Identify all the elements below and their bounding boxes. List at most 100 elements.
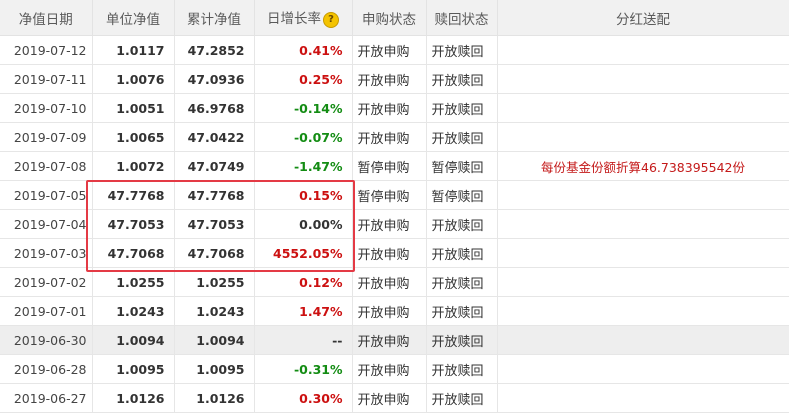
cell-daily-growth: 0.25% bbox=[254, 64, 353, 94]
cell-redeem-status: 开放赎回 bbox=[426, 35, 498, 65]
cell-acc-nav: 1.0126 bbox=[174, 383, 255, 413]
cell-purchase-status: 开放申购 bbox=[352, 296, 427, 326]
table-row: 2019-07-02 1.0255 1.0255 0.12% 开放申购 开放赎回 bbox=[0, 267, 789, 297]
cell-purchase-status: 开放申购 bbox=[352, 354, 427, 384]
cell-redeem-status: 开放赎回 bbox=[426, 325, 498, 355]
cell-unit-nav: 47.7768 bbox=[92, 180, 175, 210]
cell-date: 2019-07-10 bbox=[0, 93, 93, 123]
cell-acc-nav: 1.0255 bbox=[174, 267, 255, 297]
cell-redeem-status: 开放赎回 bbox=[426, 296, 498, 326]
cell-daily-growth: -0.07% bbox=[254, 122, 353, 152]
cell-dividend bbox=[497, 64, 789, 94]
cell-unit-nav: 1.0095 bbox=[92, 354, 175, 384]
cell-unit-nav: 1.0051 bbox=[92, 93, 175, 123]
header-redeem-status: 赎回状态 bbox=[426, 0, 498, 36]
cell-purchase-status: 开放申购 bbox=[352, 325, 427, 355]
cell-date: 2019-07-11 bbox=[0, 64, 93, 94]
cell-purchase-status: 开放申购 bbox=[352, 383, 427, 413]
cell-daily-growth: -1.47% bbox=[254, 151, 353, 181]
cell-date: 2019-07-08 bbox=[0, 151, 93, 181]
cell-redeem-status: 开放赎回 bbox=[426, 64, 498, 94]
cell-acc-nav: 47.2852 bbox=[174, 35, 255, 65]
cell-redeem-status: 开放赎回 bbox=[426, 122, 498, 152]
cell-unit-nav: 1.0117 bbox=[92, 35, 175, 65]
cell-dividend bbox=[497, 267, 789, 297]
cell-acc-nav: 47.7768 bbox=[174, 180, 255, 210]
cell-acc-nav: 47.0749 bbox=[174, 151, 255, 181]
cell-daily-growth: -0.31% bbox=[254, 354, 353, 384]
cell-daily-growth: -- bbox=[254, 325, 353, 355]
table-row: 2019-06-27 1.0126 1.0126 0.30% 开放申购 开放赎回 bbox=[0, 383, 789, 413]
cell-redeem-status: 开放赎回 bbox=[426, 93, 498, 123]
table-row: 2019-07-08 1.0072 47.0749 -1.47% 暂停申购 暂停… bbox=[0, 151, 789, 181]
cell-purchase-status: 暂停申购 bbox=[352, 180, 427, 210]
table-row: 2019-07-12 1.0117 47.2852 0.41% 开放申购 开放赎… bbox=[0, 35, 789, 65]
cell-acc-nav: 1.0095 bbox=[174, 354, 255, 384]
header-daily-growth-label: 日增长率 bbox=[267, 11, 321, 27]
cell-unit-nav: 1.0094 bbox=[92, 325, 175, 355]
cell-date: 2019-06-28 bbox=[0, 354, 93, 384]
cell-date: 2019-06-30 bbox=[0, 325, 93, 355]
cell-purchase-status: 开放申购 bbox=[352, 64, 427, 94]
table-row: 2019-07-04 47.7053 47.7053 0.00% 开放申购 开放… bbox=[0, 209, 789, 239]
cell-unit-nav: 1.0076 bbox=[92, 64, 175, 94]
cell-dividend bbox=[497, 122, 789, 152]
cell-unit-nav: 47.7053 bbox=[92, 209, 175, 239]
header-dividend: 分红送配 bbox=[497, 0, 789, 36]
cell-unit-nav: 1.0065 bbox=[92, 122, 175, 152]
table-row: 2019-06-28 1.0095 1.0095 -0.31% 开放申购 开放赎… bbox=[0, 354, 789, 384]
cell-unit-nav: 47.7068 bbox=[92, 238, 175, 268]
cell-date: 2019-07-02 bbox=[0, 267, 93, 297]
table-row: 2019-07-11 1.0076 47.0936 0.25% 开放申购 开放赎… bbox=[0, 64, 789, 94]
cell-redeem-status: 开放赎回 bbox=[426, 354, 498, 384]
table-row: 2019-07-10 1.0051 46.9768 -0.14% 开放申购 开放… bbox=[0, 93, 789, 123]
cell-daily-growth: 0.41% bbox=[254, 35, 353, 65]
cell-dividend bbox=[497, 93, 789, 123]
cell-acc-nav: 1.0243 bbox=[174, 296, 255, 326]
cell-purchase-status: 开放申购 bbox=[352, 122, 427, 152]
cell-unit-nav: 1.0243 bbox=[92, 296, 175, 326]
header-daily-growth: 日增长率? bbox=[254, 0, 353, 36]
table-row: 2019-07-03 47.7068 47.7068 4552.05% 开放申购… bbox=[0, 238, 789, 268]
cell-redeem-status: 开放赎回 bbox=[426, 238, 498, 268]
cell-date: 2019-07-04 bbox=[0, 209, 93, 239]
cell-daily-growth: 4552.05% bbox=[254, 238, 353, 268]
cell-daily-growth: 1.47% bbox=[254, 296, 353, 326]
cell-purchase-status: 开放申购 bbox=[352, 267, 427, 297]
cell-redeem-status: 开放赎回 bbox=[426, 267, 498, 297]
cell-purchase-status: 开放申购 bbox=[352, 209, 427, 239]
table-row: 2019-07-05 47.7768 47.7768 0.15% 暂停申购 暂停… bbox=[0, 180, 789, 210]
cell-dividend bbox=[497, 180, 789, 210]
cell-unit-nav: 1.0072 bbox=[92, 151, 175, 181]
header-acc-nav: 累计净值 bbox=[174, 0, 255, 36]
cell-date: 2019-07-01 bbox=[0, 296, 93, 326]
cell-dividend bbox=[497, 238, 789, 268]
cell-date: 2019-07-03 bbox=[0, 238, 93, 268]
nav-history-table: 净值日期 单位净值 累计净值 日增长率? 申购状态 赎回状态 分红送配 2019… bbox=[0, 0, 789, 413]
question-mark-icon[interactable]: ? bbox=[323, 12, 339, 28]
cell-purchase-status: 开放申购 bbox=[352, 35, 427, 65]
cell-daily-growth: 0.15% bbox=[254, 180, 353, 210]
cell-date: 2019-07-05 bbox=[0, 180, 93, 210]
header-purchase-status: 申购状态 bbox=[352, 0, 427, 36]
table-row: 2019-07-09 1.0065 47.0422 -0.07% 开放申购 开放… bbox=[0, 122, 789, 152]
cell-acc-nav: 46.9768 bbox=[174, 93, 255, 123]
cell-unit-nav: 1.0255 bbox=[92, 267, 175, 297]
cell-date: 2019-07-09 bbox=[0, 122, 93, 152]
cell-dividend bbox=[497, 35, 789, 65]
cell-dividend bbox=[497, 296, 789, 326]
cell-dividend bbox=[497, 383, 789, 413]
cell-dividend: 每份基金份额折算46.738395542份 bbox=[497, 151, 789, 181]
cell-dividend bbox=[497, 325, 789, 355]
header-date: 净值日期 bbox=[0, 0, 93, 36]
cell-purchase-status: 暂停申购 bbox=[352, 151, 427, 181]
header-unit-nav: 单位净值 bbox=[92, 0, 175, 36]
cell-dividend bbox=[497, 209, 789, 239]
cell-date: 2019-06-27 bbox=[0, 383, 93, 413]
cell-date: 2019-07-12 bbox=[0, 35, 93, 65]
cell-daily-growth: 0.12% bbox=[254, 267, 353, 297]
cell-redeem-status: 暂停赎回 bbox=[426, 151, 498, 181]
cell-acc-nav: 47.0422 bbox=[174, 122, 255, 152]
cell-redeem-status: 暂停赎回 bbox=[426, 180, 498, 210]
table-row-highlighted: 2019-06-30 1.0094 1.0094 -- 开放申购 开放赎回 bbox=[0, 325, 789, 355]
